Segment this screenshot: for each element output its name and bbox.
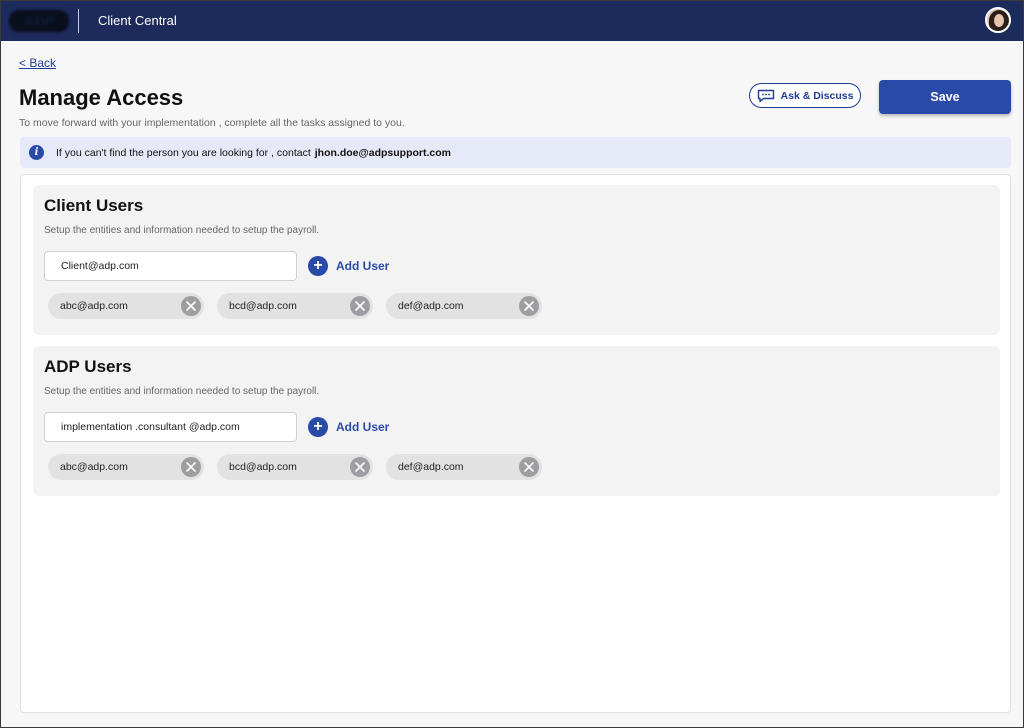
page-subtitle: To move forward with your implementation…: [19, 117, 405, 129]
close-circle-icon[interactable]: [519, 296, 539, 316]
top-bar: ADP Client Central: [1, 1, 1023, 41]
plus-circle-icon: +: [308, 417, 328, 437]
section-description: Setup the entities and information neede…: [44, 386, 320, 397]
close-icon: [524, 462, 534, 472]
section-description: Setup the entities and information neede…: [44, 225, 320, 236]
user-chip: abc@adp.com: [48, 293, 204, 319]
chip-label: abc@adp.com: [60, 461, 128, 473]
section-title: Client Users: [44, 196, 144, 215]
plus-circle-icon: +: [308, 256, 328, 276]
info-message: If you can't find the person you are loo…: [56, 147, 451, 159]
add-user-label: Add User: [336, 420, 390, 434]
page-title: Manage Access: [19, 85, 184, 110]
adp-user-chips: abc@adp.com bcd@adp.com def@adp.com: [48, 454, 542, 480]
back-link[interactable]: < Back: [19, 56, 56, 70]
ask-discuss-label: Ask & Discuss: [780, 89, 854, 102]
close-icon: [355, 301, 365, 311]
user-chip: bcd@adp.com: [217, 454, 373, 480]
user-chip: bcd@adp.com: [217, 293, 373, 319]
close-icon: [524, 301, 534, 311]
adp-email-input[interactable]: [44, 412, 297, 442]
app-title: Client Central: [98, 13, 177, 28]
close-circle-icon[interactable]: [181, 457, 201, 477]
close-icon: [186, 301, 196, 311]
info-text: If you can't find the person you are loo…: [56, 147, 311, 159]
support-email: jhon.doe@adpsupport.com: [314, 147, 451, 159]
client-user-chips: abc@adp.com bcd@adp.com def@adp.com: [48, 293, 542, 319]
info-icon: i: [29, 145, 44, 160]
close-circle-icon[interactable]: [350, 296, 370, 316]
ask-discuss-button[interactable]: Ask & Discuss: [749, 83, 861, 108]
user-chip: abc@adp.com: [48, 454, 204, 480]
chip-label: bcd@adp.com: [229, 300, 297, 312]
user-chip: def@adp.com: [386, 293, 542, 319]
client-users-section: Client Users Setup the entities and info…: [33, 185, 1000, 335]
avatar-face: [994, 14, 1004, 27]
section-title: ADP Users: [44, 357, 132, 376]
add-adp-user-button[interactable]: + Add User: [308, 417, 389, 437]
chip-label: bcd@adp.com: [229, 461, 297, 473]
brand-logo[interactable]: ADP: [9, 10, 69, 32]
add-user-label: Add User: [336, 259, 390, 273]
adp-users-section: ADP Users Setup the entities and informa…: [33, 346, 1000, 496]
close-circle-icon[interactable]: [519, 457, 539, 477]
close-circle-icon[interactable]: [181, 296, 201, 316]
app-window: ADP Client Central < Back Manage Access …: [0, 0, 1024, 728]
chat-bubble-icon: [757, 89, 774, 102]
client-email-input[interactable]: [44, 251, 297, 281]
header-divider: [78, 9, 79, 33]
info-banner: i If you can't find the person you are l…: [20, 137, 1011, 168]
chip-label: def@adp.com: [398, 300, 464, 312]
close-icon: [186, 462, 196, 472]
close-icon: [355, 462, 365, 472]
main-panel: Client Users Setup the entities and info…: [20, 174, 1011, 713]
close-circle-icon[interactable]: [350, 457, 370, 477]
add-client-user-button[interactable]: + Add User: [308, 256, 389, 276]
user-avatar[interactable]: [985, 7, 1011, 33]
chip-label: def@adp.com: [398, 461, 464, 473]
save-button[interactable]: Save: [879, 80, 1011, 114]
user-chip: def@adp.com: [386, 454, 542, 480]
chip-label: abc@adp.com: [60, 300, 128, 312]
